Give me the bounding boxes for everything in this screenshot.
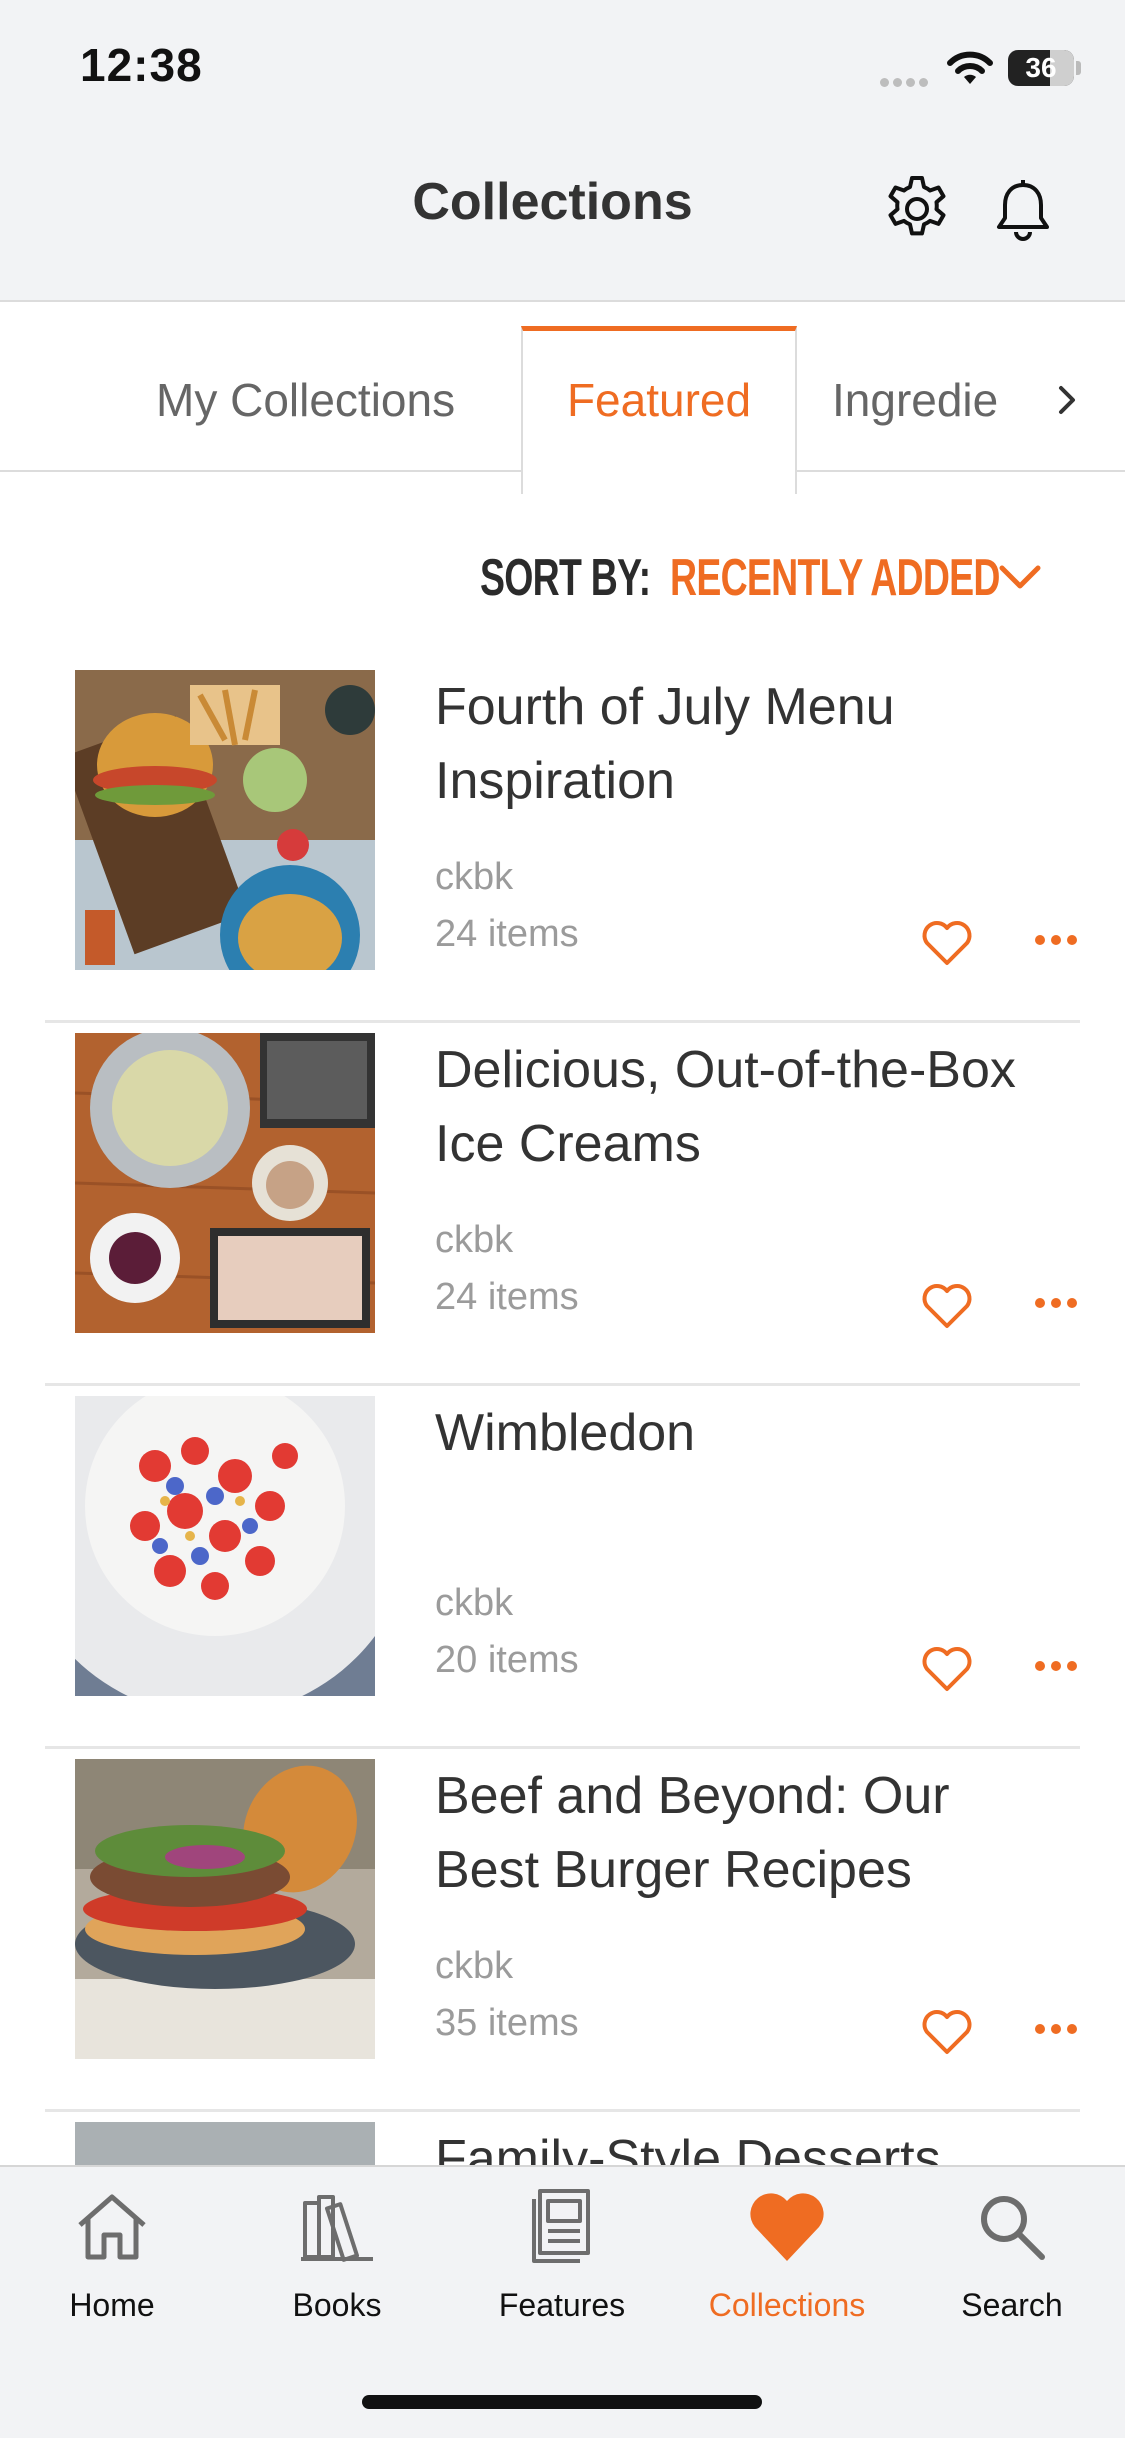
collection-author: ckbk — [435, 1582, 514, 1624]
tab-ingredients[interactable]: Ingredie — [832, 302, 1012, 470]
navigation-bar: Collections — [0, 130, 1125, 302]
search-icon — [981, 2196, 1045, 2260]
tab-my-collections[interactable]: My Collections — [156, 302, 455, 470]
sort-label: SORT BY: — [480, 549, 651, 607]
gear-icon[interactable] — [880, 172, 954, 246]
battery-icon: 36 — [1008, 50, 1074, 86]
collection-title[interactable]: Delicious, Out-of-the-Box Ice Creams — [435, 1033, 1035, 1181]
collection-thumbnail[interactable] — [75, 1396, 375, 1696]
collection-author: ckbk — [435, 1945, 514, 1987]
books-icon — [301, 2195, 373, 2262]
favorite-heart-icon[interactable] — [920, 1281, 974, 1331]
collection-thumbnail[interactable] — [75, 670, 375, 970]
wifi-icon — [947, 51, 993, 84]
collection-author: ckbk — [435, 856, 514, 898]
collection-title[interactable]: Wimbledon — [435, 1396, 1035, 1470]
more-options-icon[interactable] — [1034, 1293, 1078, 1313]
collection-title[interactable]: Beef and Beyond: Our Best Burger Recipes — [435, 1759, 1035, 1907]
more-options-icon[interactable] — [1034, 1656, 1078, 1676]
more-options-icon[interactable] — [1034, 930, 1078, 950]
favorite-heart-icon[interactable] — [920, 918, 974, 968]
home-indicator — [362, 2395, 762, 2409]
collection-row[interactable]: Delicious, Out-of-the-Box Ice Creams ckb… — [0, 1023, 1125, 1386]
tab-bar-label: Books — [292, 2287, 382, 2323]
collection-thumbnail[interactable] — [75, 1759, 375, 2059]
tab-bar-books[interactable]: Books — [247, 2187, 427, 2327]
sort-value[interactable]: RECENTLY ADDED — [670, 548, 1000, 608]
collections-list: Fourth of July Menu Inspiration ckbk 24 … — [0, 650, 1125, 2165]
favorite-heart-icon[interactable] — [920, 1644, 974, 1694]
collection-title[interactable]: Fourth of July Menu Inspiration — [435, 670, 1035, 818]
more-options-icon[interactable] — [1034, 2019, 1078, 2039]
bottom-tab-bar: Home Books Features Collections Search — [0, 2165, 1125, 2438]
tab-bar-label: Features — [498, 2287, 626, 2323]
collection-row[interactable]: Family-Style Desserts — [0, 2112, 1125, 2165]
tab-bar-home[interactable]: Home — [22, 2187, 202, 2327]
tab-bar-label: Search — [961, 2287, 1063, 2323]
collection-item-count: 35 items — [435, 2002, 579, 2044]
collection-row[interactable]: Wimbledon ckbk 20 items — [0, 1386, 1125, 1749]
bell-icon[interactable] — [986, 172, 1060, 246]
chevron-right-icon[interactable] — [1052, 380, 1082, 420]
tab-bar-search[interactable]: Search — [922, 2187, 1102, 2327]
collection-author: ckbk — [435, 1219, 514, 1261]
tab-bar-features[interactable]: Features — [472, 2187, 652, 2327]
collection-thumbnail[interactable] — [75, 1033, 375, 1333]
home-icon — [78, 2194, 146, 2260]
tab-bar-collections[interactable]: Collections — [697, 2187, 877, 2327]
cellular-signal-icon — [880, 74, 934, 87]
chevron-down-icon[interactable] — [998, 562, 1042, 592]
status-time: 12:38 — [80, 39, 203, 91]
battery-level: 36 — [1025, 52, 1057, 83]
collection-thumbnail[interactable] — [75, 2122, 375, 2165]
features-icon — [532, 2189, 590, 2263]
collection-row[interactable]: Fourth of July Menu Inspiration ckbk 24 … — [0, 660, 1125, 1023]
collection-item-count: 24 items — [435, 1276, 579, 1318]
collection-item-count: 20 items — [435, 1639, 579, 1681]
collection-row[interactable]: Beef and Beyond: Our Best Burger Recipes… — [0, 1749, 1125, 2112]
status-bar: 12:38 36 — [0, 0, 1125, 130]
tab-bar-label: Home — [69, 2287, 155, 2323]
tab-bar-label: Collections — [708, 2287, 866, 2323]
collection-item-count: 24 items — [435, 913, 579, 955]
collection-tabs: My Collections Featured Ingredie — [0, 302, 1125, 494]
favorite-heart-icon[interactable] — [920, 2007, 974, 2057]
heart-icon — [750, 2193, 824, 2261]
collection-title[interactable]: Family-Style Desserts — [435, 2122, 1035, 2165]
sort-control[interactable]: SORT BY: RECENTLY ADDED — [480, 548, 1042, 618]
